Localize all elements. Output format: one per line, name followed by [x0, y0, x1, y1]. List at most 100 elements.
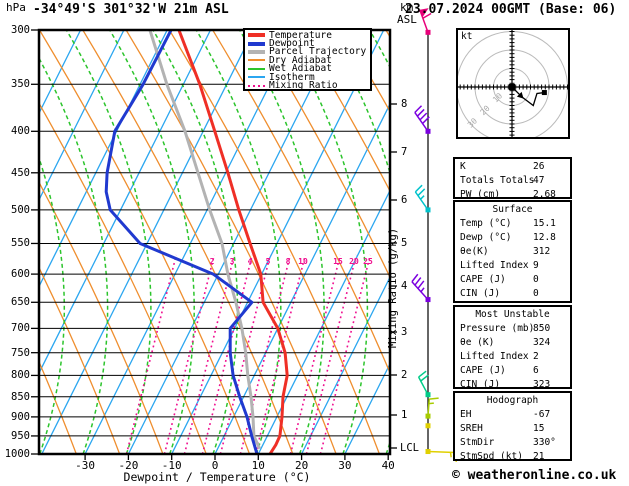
- panel-row: StmDir 330°: [455, 436, 570, 450]
- pressure-tick-label: 450: [11, 166, 30, 179]
- altitude-axis-ref: ASL: [397, 13, 417, 26]
- panel-surface: Surface Temp (°C) 15.1 Dewp (°C) 12.8 θe(K) 31…: [453, 200, 572, 303]
- mixing-ratio-value-label: 4: [247, 257, 253, 266]
- panel-row-value: 15.1: [533, 218, 556, 229]
- panel-row: Pressure (mb) 850: [455, 322, 570, 336]
- pressure-tick-label: 950: [11, 429, 30, 442]
- datetime-title: 23.07.2024 00GMT (Base: 06): [405, 2, 617, 17]
- panel-row: Totals Totals 47: [455, 174, 570, 188]
- x-axis-title: Dewpoint / Temperature (°C): [123, 470, 311, 484]
- pressure-tick-label: 1000: [4, 448, 30, 460]
- panel-row-label: Pressure (mb): [460, 323, 535, 334]
- altitude-tick-label: 4: [401, 280, 408, 292]
- panel-row-value: 21: [533, 451, 545, 462]
- legend-row: Mixing Ratio: [245, 80, 370, 92]
- panel-row-value: 850: [533, 323, 551, 334]
- altitude-tick-label: 1: [401, 409, 408, 421]
- panel-row: θe (K) 324: [455, 336, 570, 350]
- panel-row: EH -67: [455, 408, 570, 422]
- temperature-tick-label: 30: [338, 459, 352, 472]
- panel-row: CIN (J) 0: [455, 287, 570, 301]
- mixing-ratio-value-label: 3: [229, 257, 235, 266]
- panel-row: Temp (°C) 15.1: [455, 217, 570, 231]
- panel-row-label: StmDir: [460, 437, 495, 448]
- legend-label: Mixing Ratio: [269, 80, 338, 92]
- altitude-tick-label: 3: [401, 326, 408, 338]
- panel-row-label: θe (K): [460, 337, 495, 348]
- pressure-tick-label: 850: [11, 390, 30, 403]
- pressure-tick-label: 350: [11, 78, 30, 91]
- panel-row-value: 323: [533, 379, 551, 390]
- legend-swatch-mixing-ratio: [248, 84, 265, 87]
- panel-row-label: Lifted Index: [460, 260, 529, 271]
- panel-row: CAPE (J) 0: [455, 273, 570, 287]
- panel-row: StmSpd (kt) 21: [455, 450, 570, 464]
- legend-swatch-parcel-trajectory: [248, 49, 265, 54]
- pressure-tick-label: 900: [11, 410, 30, 423]
- panel-row-value: 12.8: [533, 232, 556, 243]
- pressure-tick-label: 500: [11, 203, 30, 216]
- panel-row: CIN (J) 323: [455, 378, 570, 392]
- mixing-ratio-value-label: 8: [285, 257, 291, 266]
- panel-most-unstable: Most Unstable Pressure (mb) 850 θe (K) 324 Li…: [453, 305, 572, 392]
- panel-row-value: 15: [533, 423, 545, 434]
- panel-row-label: Dewp (°C): [460, 232, 512, 243]
- temperature-tick-label: -30: [75, 459, 96, 472]
- panel-row-label: K: [460, 161, 466, 172]
- pressure-tick-label: 600: [11, 268, 30, 281]
- panel-title: Surface: [492, 204, 533, 215]
- panel-row-label: CAPE (J): [460, 365, 506, 376]
- altitude-tick-label: 5: [401, 237, 408, 249]
- altitude-tick-label: 7: [401, 146, 408, 158]
- panel-row-value: 26: [533, 161, 545, 172]
- credit-footer: © weatheronline.co.uk: [452, 468, 617, 483]
- panel-row-label: StmSpd (kt): [460, 451, 523, 462]
- station-title: -34°49'S 301°32'W 21m ASL: [33, 2, 229, 17]
- altitude-tick-label: 6: [401, 194, 408, 206]
- panel-hodograph: Hodograph EH -67 SREH 15 StmDir 330° StmSpd (kt…: [453, 391, 572, 464]
- panel-row-value: 9: [533, 260, 539, 271]
- altitude-tick-label: 8: [401, 98, 408, 110]
- pressure-tick-label: 400: [11, 125, 30, 138]
- panel-row-label: CIN (J): [460, 288, 501, 299]
- pressure-tick-label: 750: [11, 346, 30, 359]
- panel-row: K 26: [455, 160, 570, 174]
- pressure-tick-label: 650: [11, 296, 30, 309]
- lcl-label: LCL: [400, 442, 419, 454]
- panel-row: θe(K) 312: [455, 245, 570, 259]
- panel-row: Dewp (°C) 12.8: [455, 231, 570, 245]
- pressure-tick-label: 700: [11, 322, 30, 335]
- pressure-axis-unit: hPa: [6, 1, 26, 14]
- legend-swatch-wet-adiabat: [248, 67, 265, 70]
- pressure-tick-label: 300: [11, 24, 30, 36]
- mixing-ratio-value-label: 10: [298, 257, 308, 266]
- panel-row: SREH 15: [455, 422, 570, 436]
- legend-swatch-dry-adiabat: [248, 59, 265, 62]
- legend-swatch-temperature: [248, 33, 265, 38]
- hodograph-unit-label: kt: [461, 31, 473, 42]
- panel-row-value: 330°: [533, 437, 556, 448]
- panel-row-value: 312: [533, 246, 551, 257]
- panel-row: Lifted Index 2: [455, 350, 570, 364]
- panel-row-value: 6: [533, 365, 539, 376]
- panel-row-label: PW (cm): [460, 189, 501, 200]
- legend-swatch-dewpoint: [248, 41, 265, 46]
- temperature-tick-label: 40: [381, 459, 395, 472]
- skewt-sounding-page: 10 20 30 hPa -34°49'S 301°32'W 21m ASL 23.…: [0, 0, 629, 486]
- panel-indices: K 26 Totals Totals 47 PW (cm) 2.68: [453, 157, 572, 200]
- panel-row: Lifted Index 9: [455, 259, 570, 273]
- panel-row-value: 2: [533, 351, 539, 362]
- pressure-tick-label: 800: [11, 369, 30, 382]
- mixing-ratio-value-label: 2: [209, 257, 215, 266]
- panel-row-value: 0: [533, 288, 539, 299]
- altitude-axis-unit: km: [400, 1, 414, 14]
- mixing-ratio-value-label: 15: [333, 257, 343, 266]
- panel-row-label: θe(K): [460, 246, 489, 257]
- panel-row-label: Totals Totals: [460, 175, 535, 186]
- panel-row: CAPE (J) 6: [455, 364, 570, 378]
- panel-row-value: 0: [533, 274, 539, 285]
- panel-row-value: -67: [533, 409, 551, 420]
- panel-row-value: 324: [533, 337, 551, 348]
- panel-row-label: Lifted Index: [460, 351, 529, 362]
- hodograph-box: kt: [456, 28, 570, 139]
